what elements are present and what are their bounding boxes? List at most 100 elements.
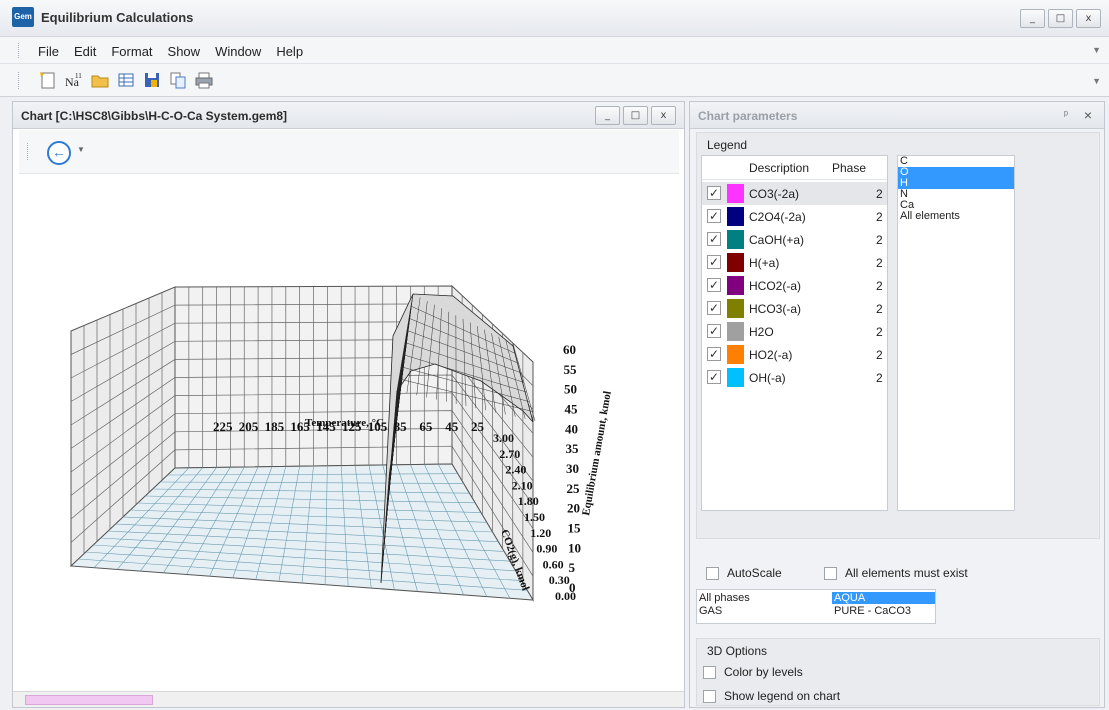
legend-row[interactable]: ✓ OH(-a) 2 xyxy=(702,366,887,389)
color-swatch[interactable] xyxy=(727,207,744,226)
chart-horizontal-scrollbar[interactable] xyxy=(13,691,684,707)
all-elements-box[interactable] xyxy=(824,566,837,580)
phase-item[interactable]: All phases xyxy=(697,592,827,604)
color-swatch[interactable] xyxy=(727,322,744,341)
window-controls: _ □ x xyxy=(1020,9,1101,28)
color-by-levels-box[interactable] xyxy=(703,665,716,679)
legend-row[interactable]: ✓ CaOH(+a) 2 xyxy=(702,228,887,251)
autoscale-checkbox[interactable]: AutoScale xyxy=(706,566,782,580)
species-phase: 2 xyxy=(876,348,883,362)
species-name: OH(-a) xyxy=(749,371,786,385)
menu-file[interactable]: File xyxy=(38,44,59,59)
show-legend-checkbox[interactable]: Show legend on chart xyxy=(703,689,840,703)
new-file-icon[interactable] xyxy=(38,70,58,90)
chart-parameters-panel: Chart parameters ᵖ × Legend Description … xyxy=(689,101,1105,708)
color-swatch[interactable] xyxy=(727,345,744,364)
print-icon[interactable] xyxy=(194,70,214,90)
y-tick-label: 1.80 xyxy=(518,494,539,508)
show-legend-box[interactable] xyxy=(703,689,716,703)
legend-row[interactable]: ✓ HCO3(-a) 2 xyxy=(702,297,887,320)
phase-item-selected[interactable]: AQUA xyxy=(832,592,935,604)
phase-item[interactable]: PURE - CaCO3 xyxy=(832,605,935,617)
z-tick-label: 10 xyxy=(568,540,581,555)
params-close-icon[interactable]: × xyxy=(1084,107,1092,123)
color-swatch[interactable] xyxy=(727,230,744,249)
checkbox-check-icon[interactable]: ✓ xyxy=(707,278,721,292)
element-item[interactable]: N xyxy=(898,189,1014,200)
column-phase[interactable]: Phase xyxy=(832,161,866,175)
menu-help[interactable]: Help xyxy=(276,44,303,59)
back-dropdown-icon[interactable]: ▼ xyxy=(77,145,85,154)
all-elements-label: All elements must exist xyxy=(845,566,968,580)
minimize-button[interactable]: _ xyxy=(1020,9,1045,28)
3d-options-title: 3D Options xyxy=(707,644,768,658)
back-arrow-icon[interactable]: ← xyxy=(47,141,71,165)
checkbox-check-icon[interactable]: ✓ xyxy=(707,301,721,315)
checkbox-check-icon[interactable]: ✓ xyxy=(707,370,721,384)
color-swatch[interactable] xyxy=(727,299,744,318)
all-elements-checkbox[interactable]: All elements must exist xyxy=(824,566,968,580)
column-description[interactable]: Description xyxy=(749,161,809,175)
checkbox-check-icon[interactable]: ✓ xyxy=(707,324,721,338)
color-swatch[interactable] xyxy=(727,276,744,295)
checkbox-check-icon[interactable]: ✓ xyxy=(707,347,721,361)
legend-row[interactable]: ✓ H2O 2 xyxy=(702,320,887,343)
chart-window: Chart [C:\HSC8\Gibbs\H-C-O-Ca System.gem… xyxy=(12,101,685,708)
phase-item[interactable]: GAS xyxy=(697,605,827,617)
chart-close-button[interactable]: x xyxy=(651,106,676,125)
checkbox-check-icon[interactable]: ✓ xyxy=(707,209,721,223)
element-item[interactable]: All elements xyxy=(898,211,1014,222)
scrollbar-thumb[interactable] xyxy=(25,695,153,705)
color-swatch[interactable] xyxy=(727,253,744,272)
show-legend-label: Show legend on chart xyxy=(724,689,841,703)
checkbox-check-icon[interactable]: ✓ xyxy=(707,186,721,200)
species-name: HO2(-a) xyxy=(749,348,793,362)
phases-list[interactable]: All phases AQUA GAS PURE - CaCO3 xyxy=(696,589,936,624)
menu-edit[interactable]: Edit xyxy=(74,44,96,59)
menu-format[interactable]: Format xyxy=(111,44,152,59)
toolbar-overflow-icon[interactable]: ▼ xyxy=(1092,76,1101,86)
table-icon[interactable] xyxy=(116,70,136,90)
legend-row[interactable]: ✓ C2O4(-2a) 2 xyxy=(702,205,887,228)
legend-row[interactable]: ✓ HO2(-a) 2 xyxy=(702,343,887,366)
element-item[interactable]: C xyxy=(898,156,1014,167)
legend-row[interactable]: ✓ H(+a) 2 xyxy=(702,251,887,274)
species-phase: 2 xyxy=(876,302,883,316)
x-tick-label: 225 xyxy=(213,419,233,434)
menu-overflow-icon[interactable]: ▼ xyxy=(1092,45,1101,55)
pin-icon[interactable]: ᵖ xyxy=(1064,109,1068,121)
save-icon[interactable] xyxy=(142,70,162,90)
species-name: CaOH(+a) xyxy=(749,233,805,247)
color-by-levels-checkbox[interactable]: Color by levels xyxy=(703,665,803,679)
checkbox-check-icon[interactable]: ✓ xyxy=(707,232,721,246)
checkbox-check-icon[interactable]: ✓ xyxy=(707,255,721,269)
legend-row[interactable]: ✓ HCO2(-a) 2 xyxy=(702,274,887,297)
species-phase: 2 xyxy=(876,187,883,201)
legend-row[interactable]: ✓ CO3(-2a) 2 xyxy=(702,182,887,205)
chart-toolbar-grip-icon xyxy=(27,143,30,160)
close-button[interactable]: x xyxy=(1076,9,1101,28)
menu-window[interactable]: Window xyxy=(215,44,261,59)
main-toolbar: Na 11 ▼ xyxy=(0,64,1109,97)
x-tick-label: 185 xyxy=(265,419,285,434)
menu-bar: File Edit Format Show Window Help ▼ xyxy=(0,37,1109,64)
element-item[interactable]: H xyxy=(898,178,1014,189)
color-swatch[interactable] xyxy=(727,184,744,203)
z-tick-label: 35 xyxy=(566,441,580,456)
autoscale-box[interactable] xyxy=(706,566,719,580)
element-item[interactable]: O xyxy=(898,167,1014,178)
autoscale-label: AutoScale xyxy=(727,566,782,580)
elements-list[interactable]: C O H N Ca All elements xyxy=(897,155,1015,511)
y-tick-label: 2.70 xyxy=(499,447,520,461)
z-axis-title: Equilibrium amount, kmol xyxy=(580,390,614,516)
maximize-button[interactable]: □ xyxy=(1048,9,1073,28)
open-folder-icon[interactable] xyxy=(90,70,110,90)
chart-toolbar: ← ▼ xyxy=(19,130,679,174)
color-swatch[interactable] xyxy=(727,368,744,387)
chart-maximize-button[interactable]: □ xyxy=(623,106,648,125)
element-na-icon[interactable]: Na 11 xyxy=(64,70,84,90)
chart-minimize-button[interactable]: _ xyxy=(595,106,620,125)
menu-show[interactable]: Show xyxy=(168,44,201,59)
copy-icon[interactable] xyxy=(168,70,188,90)
legend-group: Legend Description Phase ✓ CO3(-2a) 2 ✓ C2O4… xyxy=(696,132,1100,539)
